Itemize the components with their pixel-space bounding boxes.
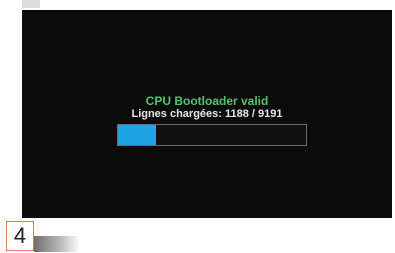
loaded-lines-status: Lignes chargées: 1188 / 9191 xyxy=(131,108,283,120)
top-gray-tab xyxy=(22,0,40,8)
page: CPU Bootloader valid Lignes chargées: 11… xyxy=(0,0,395,253)
bootloader-status-title: CPU Bootloader valid xyxy=(145,94,269,108)
device-screen: CPU Bootloader valid Lignes chargées: 11… xyxy=(22,10,392,218)
progress-bar-fill xyxy=(118,125,156,145)
step-number-badge: 4 xyxy=(6,221,34,251)
progress-bar xyxy=(117,124,307,146)
step-shadow-decoration xyxy=(34,236,80,252)
